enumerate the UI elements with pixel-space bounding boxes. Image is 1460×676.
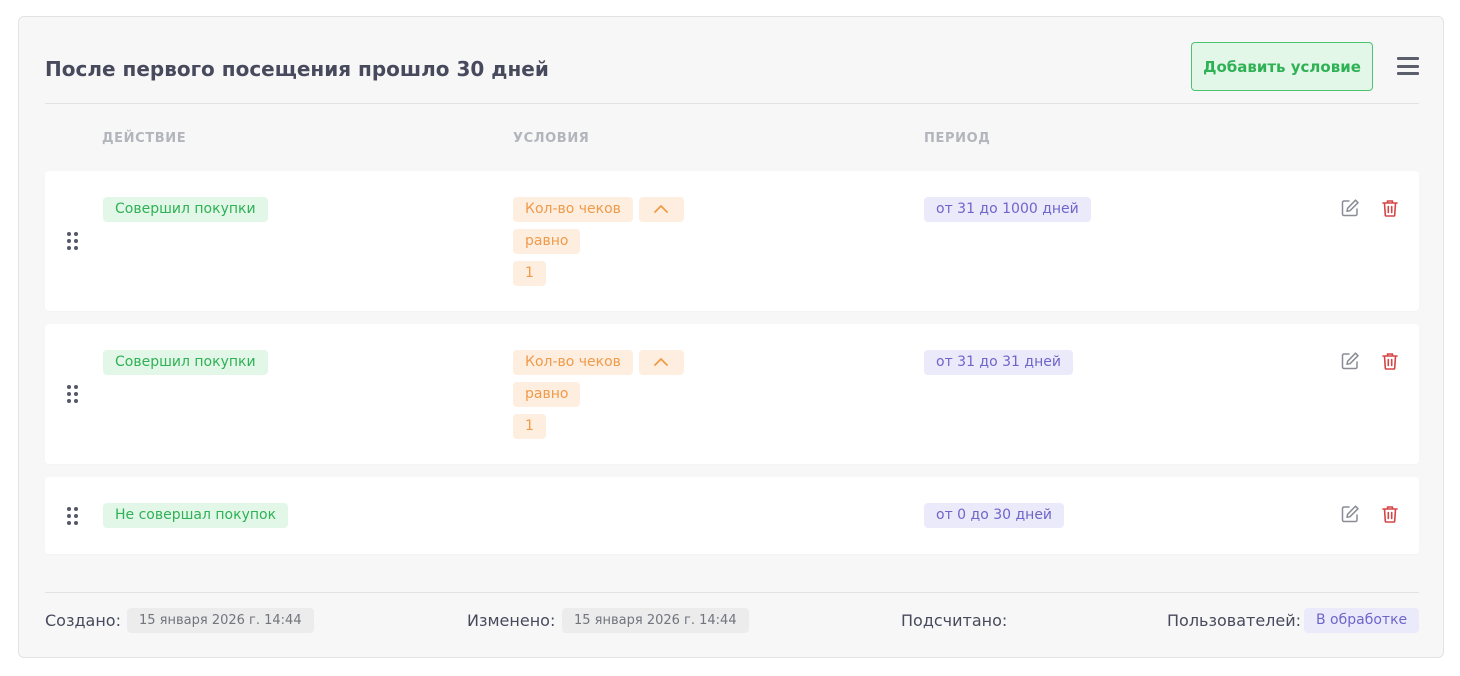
chevron-up-icon[interactable] [639,350,684,375]
modified-label: Изменено: [467,611,556,630]
table-row: Не совершал покупок от 0 до 30 дней [45,477,1419,554]
period-badge: от 0 до 30 дней [924,503,1065,528]
action-badge: Совершил покупки [103,350,268,375]
chevron-up-icon[interactable] [639,197,684,222]
action-badge: Не совершал покупок [103,503,289,528]
period-badge: от 31 до 31 дней [924,350,1073,375]
drag-handle-icon[interactable] [67,385,79,403]
condition-operator-badge: равно [513,229,581,254]
edit-icon[interactable] [1340,351,1360,371]
created-label: Создано: [45,611,121,630]
segment-card: После первого посещения прошло 30 дней Д… [18,16,1444,658]
table-row: Совершил покупки Кол-во чеков равно 1 от… [45,324,1419,464]
condition-operator-badge: равно [513,382,581,407]
condition-value-badge: 1 [513,414,546,439]
drag-handle-icon[interactable] [67,507,79,525]
users-label: Пользователей: [1167,611,1302,630]
column-header-period: ПЕРИОД [924,131,991,146]
menu-icon[interactable] [1397,57,1419,75]
column-header-action: ДЕЙСТВИЕ [102,131,187,146]
table-row: Совершил покупки Кол-во чеков равно 1 от… [45,171,1419,311]
edit-icon[interactable] [1340,504,1360,524]
trash-icon[interactable] [1380,198,1400,218]
condition-field-badge: Кол-во чеков [513,350,633,375]
column-header-conditions: УСЛОВИЯ [513,131,590,146]
edit-icon[interactable] [1340,198,1360,218]
created-value: 15 января 2026 г. 14:44 [127,608,314,633]
footer-divider [45,592,1419,593]
condition-field-badge: Кол-во чеков [513,197,633,222]
counted-label: Подсчитано: [901,611,1008,630]
period-badge: от 31 до 1000 дней [924,197,1091,222]
trash-icon[interactable] [1380,504,1400,524]
modified-value: 15 января 2026 г. 14:44 [562,608,749,633]
users-status-badge: В обработке [1304,608,1420,633]
trash-icon[interactable] [1380,351,1400,371]
condition-value-badge: 1 [513,261,546,286]
card-header: После первого посещения прошло 30 дней Д… [45,17,1419,104]
page-title: После первого посещения прошло 30 дней [45,57,549,81]
add-condition-button[interactable]: Добавить условие [1191,42,1373,91]
action-badge: Совершил покупки [103,197,268,222]
drag-handle-icon[interactable] [67,232,79,250]
